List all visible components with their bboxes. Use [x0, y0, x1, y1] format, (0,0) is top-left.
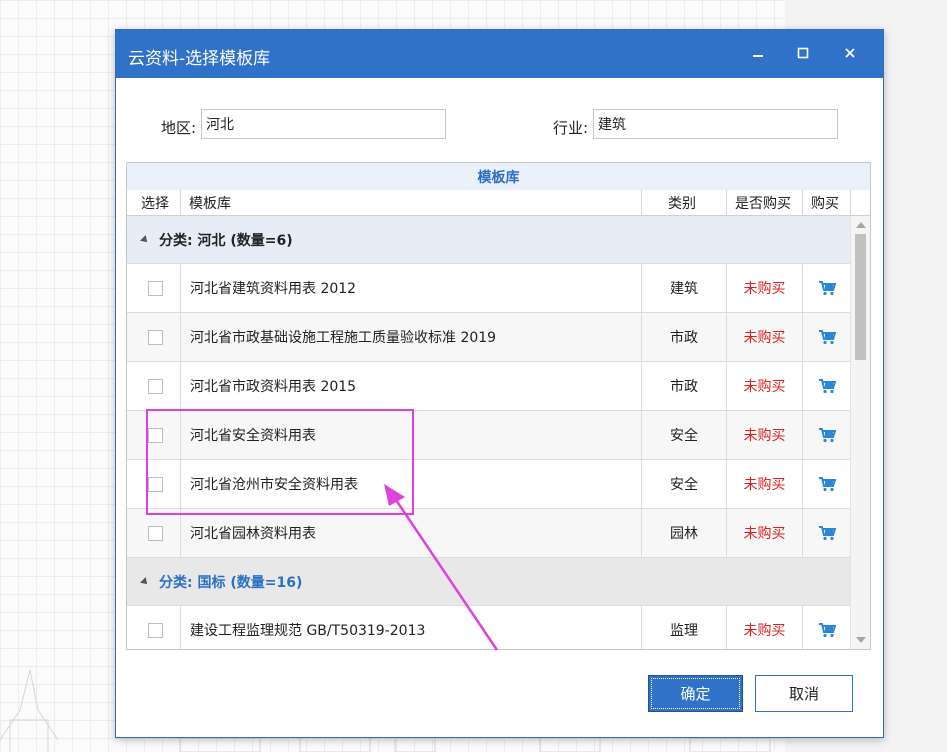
industry-input[interactable] — [593, 109, 838, 139]
col-header-purchased[interactable]: 是否购买 — [726, 190, 802, 216]
table-row[interactable]: 河北省园林资料用表 园林 未购买 — [127, 509, 850, 558]
close-icon[interactable] — [835, 38, 865, 68]
scroll-thumb[interactable] — [855, 234, 866, 360]
col-header-category[interactable]: 类别 — [641, 190, 726, 216]
row-category: 安全 — [641, 411, 726, 459]
scroll-up-icon[interactable] — [856, 222, 866, 228]
row-category: 建筑 — [641, 264, 726, 312]
ok-button[interactable]: 确定 — [648, 675, 743, 712]
row-category: 监理 — [641, 606, 726, 649]
group-label: 分类: 国标 (数量=16) — [159, 574, 303, 591]
cart-icon[interactable] — [802, 264, 850, 312]
group-label: 分类: 河北 (数量=6) — [159, 232, 293, 249]
region-label: 地区: — [161, 119, 197, 137]
maximize-icon[interactable] — [788, 38, 818, 68]
row-checkbox[interactable] — [148, 329, 163, 345]
row-status: 未购买 — [726, 460, 802, 508]
vertical-scrollbar[interactable] — [850, 216, 870, 649]
cart-icon[interactable] — [802, 313, 850, 361]
cart-icon[interactable] — [802, 606, 850, 649]
industry-label: 行业: — [553, 119, 589, 137]
table-row[interactable]: 河北省安全资料用表 安全 未购买 — [127, 411, 850, 460]
row-checkbox[interactable] — [148, 476, 163, 492]
row-checkbox[interactable] — [148, 378, 163, 394]
group-row-national[interactable]: 分类: 国标 (数量=16) — [127, 558, 850, 606]
grid-band-header: 模板库 — [127, 163, 870, 191]
table-row[interactable]: 建设工程监理规范 GB/T50319-2013 监理 未购买 — [127, 606, 850, 649]
row-name: 河北省沧州市安全资料用表 — [180, 460, 641, 508]
table-row[interactable]: 河北省市政资料用表 2015 市政 未购买 — [127, 362, 850, 411]
col-header-select[interactable]: 选择 — [127, 190, 180, 216]
group-row-hebei[interactable]: 分类: 河北 (数量=6) — [127, 216, 850, 264]
row-name: 河北省安全资料用表 — [180, 411, 641, 459]
row-checkbox[interactable] — [148, 622, 163, 638]
cart-icon[interactable] — [802, 362, 850, 410]
row-name: 建设工程监理规范 GB/T50319-2013 — [180, 606, 641, 649]
cancel-button[interactable]: 取消 — [755, 675, 853, 712]
scroll-down-icon[interactable] — [856, 637, 866, 643]
region-input[interactable] — [201, 109, 446, 139]
minimize-icon[interactable] — [743, 38, 773, 68]
row-status: 未购买 — [726, 411, 802, 459]
col-header-library[interactable]: 模板库 — [180, 190, 641, 216]
cart-icon[interactable] — [802, 460, 850, 508]
table-row[interactable]: 河北省市政基础设施工程施工质量验收标准 2019 市政 未购买 — [127, 313, 850, 362]
row-status: 未购买 — [726, 509, 802, 557]
row-status: 未购买 — [726, 313, 802, 361]
expand-arrow-icon[interactable] — [140, 576, 150, 587]
row-status: 未购买 — [726, 362, 802, 410]
row-category: 园林 — [641, 509, 726, 557]
col-header-spacer — [850, 190, 870, 216]
row-status: 未购买 — [726, 264, 802, 312]
table-row[interactable]: 河北省沧州市安全资料用表 安全 未购买 — [127, 460, 850, 509]
row-name: 河北省市政资料用表 2015 — [180, 362, 641, 410]
row-name: 河北省建筑资料用表 2012 — [180, 264, 641, 312]
row-checkbox[interactable] — [148, 427, 163, 443]
row-category: 市政 — [641, 313, 726, 361]
template-grid: 模板库 选择 模板库 类别 是否购买 购买 分类: 河北 (数量=6) 河北省建… — [126, 162, 871, 650]
row-name: 河北省园林资料用表 — [180, 509, 641, 557]
col-header-buy[interactable]: 购买 — [802, 190, 850, 216]
cart-icon[interactable] — [802, 509, 850, 557]
row-status: 未购买 — [726, 606, 802, 649]
row-name: 河北省市政基础设施工程施工质量验收标准 2019 — [180, 313, 641, 361]
expand-arrow-icon[interactable] — [140, 234, 150, 245]
table-row[interactable]: 河北省建筑资料用表 2012 建筑 未购买 — [127, 264, 850, 313]
row-checkbox[interactable] — [148, 525, 163, 541]
cart-icon[interactable] — [802, 411, 850, 459]
row-checkbox[interactable] — [148, 280, 163, 296]
window-title: 云资料-选择模板库 — [128, 49, 271, 69]
title-bar: 云资料-选择模板库 — [116, 30, 883, 78]
row-category: 安全 — [641, 460, 726, 508]
row-category: 市政 — [641, 362, 726, 410]
